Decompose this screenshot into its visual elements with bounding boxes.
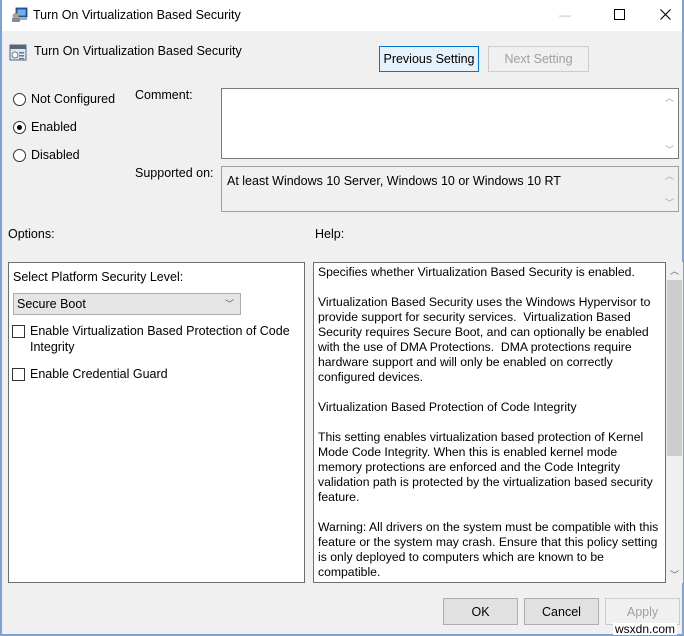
checkbox-label: Enable Virtualization Based Protection o… bbox=[30, 324, 290, 354]
cancel-button[interactable]: Cancel bbox=[524, 598, 599, 625]
options-label: Options: bbox=[8, 227, 55, 241]
policy-name: Turn On Virtualization Based Security bbox=[34, 44, 242, 58]
radio-label: Not Configured bbox=[31, 92, 116, 106]
supported-on-field: At least Windows 10 Server, Windows 10 o… bbox=[221, 166, 679, 212]
checkbox-credential-guard[interactable]: Enable Credential Guard bbox=[12, 366, 168, 382]
ok-button[interactable]: OK bbox=[443, 598, 518, 625]
policy-setting-icon bbox=[9, 44, 27, 61]
next-setting-button[interactable]: Next Setting bbox=[488, 46, 589, 72]
maximize-button[interactable] bbox=[596, 0, 642, 29]
platform-security-select[interactable]: Secure Boot ﹀ bbox=[13, 293, 241, 315]
scroll-down-icon[interactable]: ﹀ bbox=[666, 566, 683, 583]
maximize-icon bbox=[613, 9, 625, 20]
comment-scrollbar[interactable]: ︿ ﹀ bbox=[661, 89, 678, 158]
group-policy-app-icon bbox=[12, 7, 28, 22]
radio-enabled[interactable]: Enabled bbox=[13, 120, 77, 134]
minimize-icon: — bbox=[559, 7, 571, 22]
radio-button[interactable] bbox=[13, 148, 26, 162]
radio-disabled[interactable]: Disabled bbox=[13, 148, 80, 162]
watermark: wsxdn.com bbox=[613, 622, 678, 636]
scroll-up-icon[interactable]: ︿ bbox=[661, 167, 678, 184]
checkbox[interactable] bbox=[12, 368, 25, 381]
radio-button[interactable] bbox=[13, 120, 26, 134]
checkbox[interactable] bbox=[12, 325, 25, 338]
apply-button[interactable]: Apply bbox=[605, 598, 680, 625]
checkbox-label: Enable Credential Guard bbox=[30, 367, 168, 381]
supported-on-value: At least Windows 10 Server, Windows 10 o… bbox=[227, 174, 561, 188]
radio-label: Enabled bbox=[31, 120, 77, 134]
supported-on-label: Supported on: bbox=[135, 166, 214, 180]
help-text: Specifies whether Virtualization Based S… bbox=[318, 265, 659, 579]
scroll-down-icon[interactable]: ﹀ bbox=[661, 141, 678, 158]
minimize-button[interactable]: — bbox=[542, 0, 588, 29]
close-icon bbox=[659, 9, 671, 20]
scroll-down-icon[interactable]: ﹀ bbox=[661, 194, 678, 211]
close-button[interactable] bbox=[642, 0, 684, 29]
platform-security-label: Select Platform Security Level: bbox=[13, 270, 184, 284]
supported-scrollbar[interactable]: ︿ ﹀ bbox=[661, 167, 678, 211]
scroll-up-icon[interactable]: ︿ bbox=[661, 89, 678, 106]
radio-label: Disabled bbox=[31, 148, 80, 162]
window-title: Turn On Virtualization Based Security bbox=[33, 8, 241, 22]
policy-dialog: Turn On Virtualization Based Security — … bbox=[0, 0, 684, 636]
platform-security-value: Secure Boot bbox=[17, 297, 86, 311]
previous-setting-button[interactable]: Previous Setting bbox=[379, 46, 479, 72]
radio-button[interactable] bbox=[13, 92, 26, 106]
scroll-thumb[interactable] bbox=[667, 280, 682, 456]
checkbox-code-integrity[interactable]: Enable Virtualization Based Protection o… bbox=[12, 323, 292, 355]
comment-label: Comment: bbox=[135, 88, 193, 102]
help-scrollbar[interactable]: ︿ ﹀ bbox=[666, 262, 683, 583]
scroll-up-icon[interactable]: ︿ bbox=[666, 262, 683, 279]
title-bar: Turn On Virtualization Based Security — bbox=[2, 0, 682, 31]
options-panel: Select Platform Security Level: Secure B… bbox=[8, 262, 305, 583]
radio-not-configured[interactable]: Not Configured bbox=[13, 92, 115, 106]
chevron-down-icon: ﹀ bbox=[224, 299, 234, 309]
comment-field[interactable]: ︿ ﹀ bbox=[221, 88, 679, 159]
help-label: Help: bbox=[315, 227, 345, 241]
help-panel: Specifies whether Virtualization Based S… bbox=[313, 262, 666, 583]
